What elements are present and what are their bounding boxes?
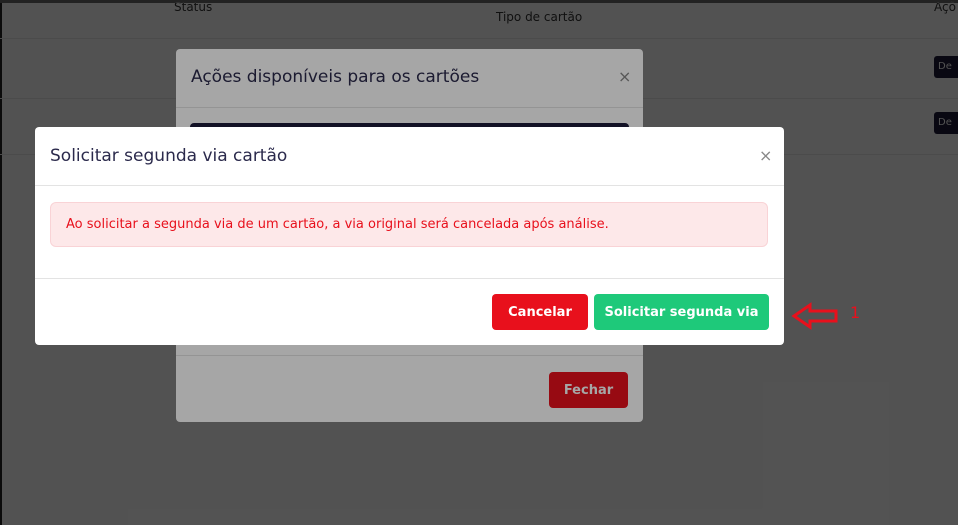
arrow-left-outline-icon [791, 302, 838, 330]
annotation-number: 1 [850, 303, 861, 322]
request-second-copy-button[interactable]: Solicitar segunda via [594, 294, 769, 330]
modal-header: Solicitar segunda via cartão × [35, 127, 784, 186]
cancel-button[interactable]: Cancelar [492, 294, 588, 330]
warning-alert: Ao solicitar a segunda via de um cartão,… [50, 202, 768, 247]
modal-footer-divider [35, 278, 784, 279]
second-copy-modal: Solicitar segunda via cartão × Ao solici… [35, 127, 784, 345]
modal-title: Solicitar segunda via cartão [50, 146, 288, 166]
close-icon[interactable]: × [759, 146, 772, 165]
